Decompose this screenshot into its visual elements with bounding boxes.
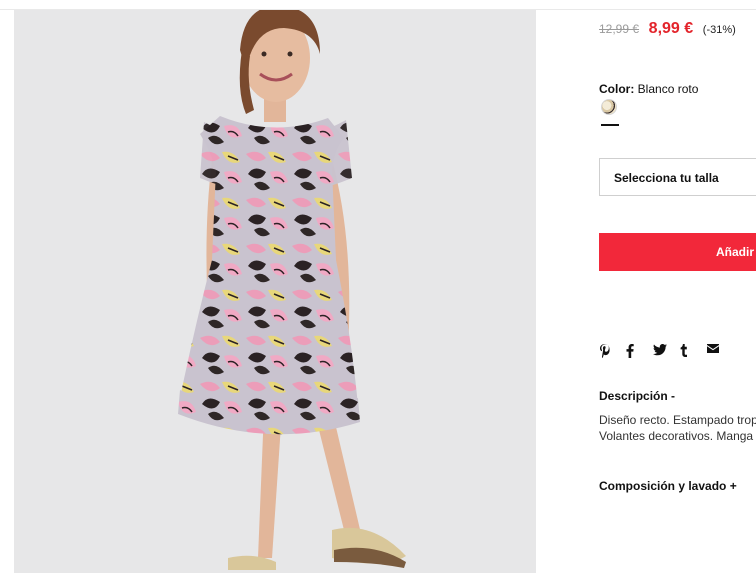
- share-bar: [599, 344, 734, 358]
- color-title: Color:: [599, 82, 635, 96]
- description-text: Diseño recto. Estampado trop Volantes de…: [599, 412, 756, 444]
- description-line: Volantes decorativos. Manga c: [599, 429, 756, 443]
- color-value: Blanco roto: [637, 82, 699, 96]
- composition-toggle[interactable]: Composición y lavado +: [599, 479, 737, 493]
- tumblr-icon[interactable]: [680, 344, 707, 358]
- product-photo-illustration: [178, 10, 406, 570]
- discount-badge: (-31%): [702, 24, 736, 36]
- sale-price: 8,99 €: [648, 20, 694, 37]
- selected-swatch-indicator: [601, 124, 619, 126]
- old-price: 12,99 €: [599, 22, 640, 36]
- size-select[interactable]: Selecciona tu talla: [599, 158, 756, 196]
- description-line: Diseño recto. Estampado trop: [599, 413, 756, 427]
- description-heading[interactable]: Descripción -: [599, 389, 675, 403]
- color-swatch[interactable]: [601, 99, 617, 115]
- add-to-cart-button[interactable]: Añadir: [599, 233, 756, 271]
- facebook-icon[interactable]: [626, 344, 653, 358]
- product-image[interactable]: [14, 10, 536, 573]
- mail-icon[interactable]: [707, 344, 734, 358]
- color-label: Color: Blanco roto: [599, 82, 698, 96]
- price-block: 12,99 € 8,99 € (-31%): [599, 20, 736, 38]
- twitter-icon[interactable]: [653, 344, 680, 358]
- pinterest-icon[interactable]: [599, 344, 626, 358]
